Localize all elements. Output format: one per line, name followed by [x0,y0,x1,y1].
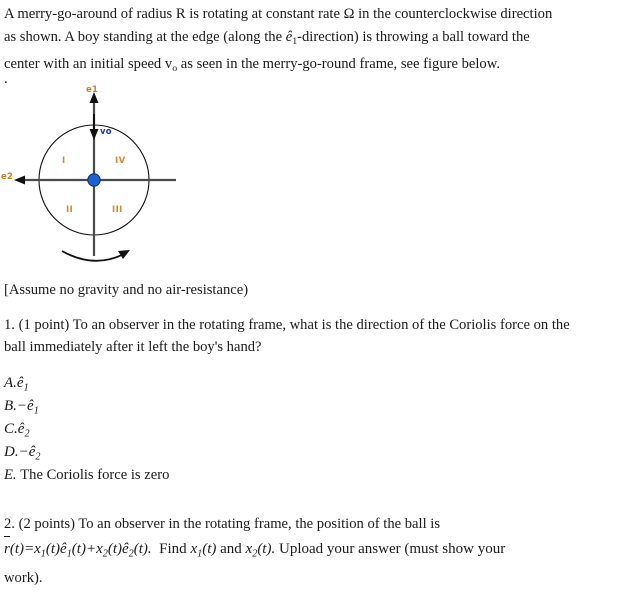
answer-choice-b-vector: ê [27,398,34,414]
find-x2-arg: (t). [257,541,276,557]
quadrant-label-1: I [62,156,66,166]
answer-choice-list: A.ê1 B.−ê1 C.ê2 D.−ê2 E. The Coriolis fo… [4,372,169,487]
problem-statement-line-3: center with an initial speed vo as seen … [4,53,634,80]
question-1: 1. (1 point) To an observer in the rotat… [4,314,636,358]
rotation-arrowhead-icon [118,250,130,259]
formula-part-5: (t). [133,541,152,557]
answer-choice-b-subscript: 1 [33,405,39,417]
answer-choice-b[interactable]: B.−ê1 [4,395,169,418]
formula-part-2: (t)ê [45,541,67,557]
problem-statement: A merry-go-around of radius R is rotatin… [4,3,634,80]
axis-label-e1-text: e1 [86,85,99,95]
answer-choice-d-letter: D. [4,444,19,460]
answer-choice-e-letter: E. [4,467,17,483]
answer-choice-b-letter: B. [4,398,17,414]
answer-choice-c-subscript: 2 [24,428,30,440]
answer-choice-a-vector: ê [16,375,24,391]
question-2-formula-line: r(t)=x1(t)ê1(t)+x2(t)ê2(t). Find x1(t) a… [4,535,636,566]
formula-part-3: (t)+x [71,541,103,557]
answer-choice-c-vector: ê [17,421,25,437]
answer-choice-d-sign: − [18,444,29,460]
assumption-note: [Assume no gravity and no air-resistance… [4,282,249,298]
answer-choice-a[interactable]: A.ê1 [4,372,169,395]
quadrant-label-3: III [112,205,123,215]
intro-text-f: as seen in the merry-go-round frame, see… [177,55,500,72]
answer-choice-b-sign: − [16,398,28,414]
intro-text-b: in the counterclockwise direction [354,6,553,22]
question-2-line-1: 2. (2 points) To an observer in the rota… [4,516,441,532]
axis-label-e2: e2 [1,172,13,182]
vo-arrowhead-icon [89,129,99,140]
answer-choice-c[interactable]: C.ê2 [4,418,169,441]
answer-choice-d[interactable]: D.−ê2 [4,441,169,464]
answer-choice-d-subscript: 2 [35,451,41,463]
omega-symbol: Ω [343,6,355,22]
question-2-line-3: work). [4,570,43,587]
intro-text-d: -direction) is throwing a ball toward th… [297,29,530,45]
diagram-svg [14,92,176,262]
merry-go-round-diagram: e1 e2 vo I II III IV [0,84,200,276]
answer-choice-c-letter: C. [4,421,18,437]
upload-instruction: Upload your answer (must show your [278,541,506,557]
intro-text-a: A merry-go-around of radius R is rotatin… [4,6,344,22]
problem-page: A merry-go-around of radius R is rotatin… [0,0,641,589]
answer-choice-e[interactable]: E. The Coriolis force is zero [4,464,169,487]
position-vector-r: r [4,535,10,562]
intro-text-c: as shown. A boy standing at the edge (al… [4,29,286,45]
problem-statement-line-1: A merry-go-around of radius R is rotatin… [4,3,634,26]
question-2: 2. (2 points) To an observer in the rota… [4,512,636,591]
answer-choice-e-text: The Coriolis force is zero [20,467,170,483]
answer-choice-d-vector: ê [28,444,36,460]
center-dot [87,173,101,187]
velocity-label-vo: vo [100,127,112,137]
and-word: and [220,541,242,557]
velocity-label-vo-text: vo [100,127,112,137]
problem-statement-line-2: as shown. A boy standing at the edge (al… [4,26,634,53]
axis-label-e2-text: e2 [1,172,14,182]
axis-label-e1: e1 [86,85,98,95]
quadrant-label-2: II [66,205,74,215]
question-1-line-2: ball immediately after it left the boy's… [4,339,262,355]
formula-part-1: (t)=x [9,541,41,557]
find-word: Find [159,541,187,557]
answer-choice-a-subscript: 1 [23,382,29,394]
intro-text-e: center with an initial speed v [4,55,173,72]
answer-choice-a-letter: A. [4,375,17,391]
quadrant-label-4: IV [115,156,126,166]
find-x1-arg: (t) [202,541,217,557]
e2-arrowhead-icon [14,175,25,185]
formula-part-4: (t)ê [107,541,129,557]
question-1-line-1: 1. (1 point) To an observer in the rotat… [4,317,570,333]
e-hat-symbol: ê [285,29,293,45]
